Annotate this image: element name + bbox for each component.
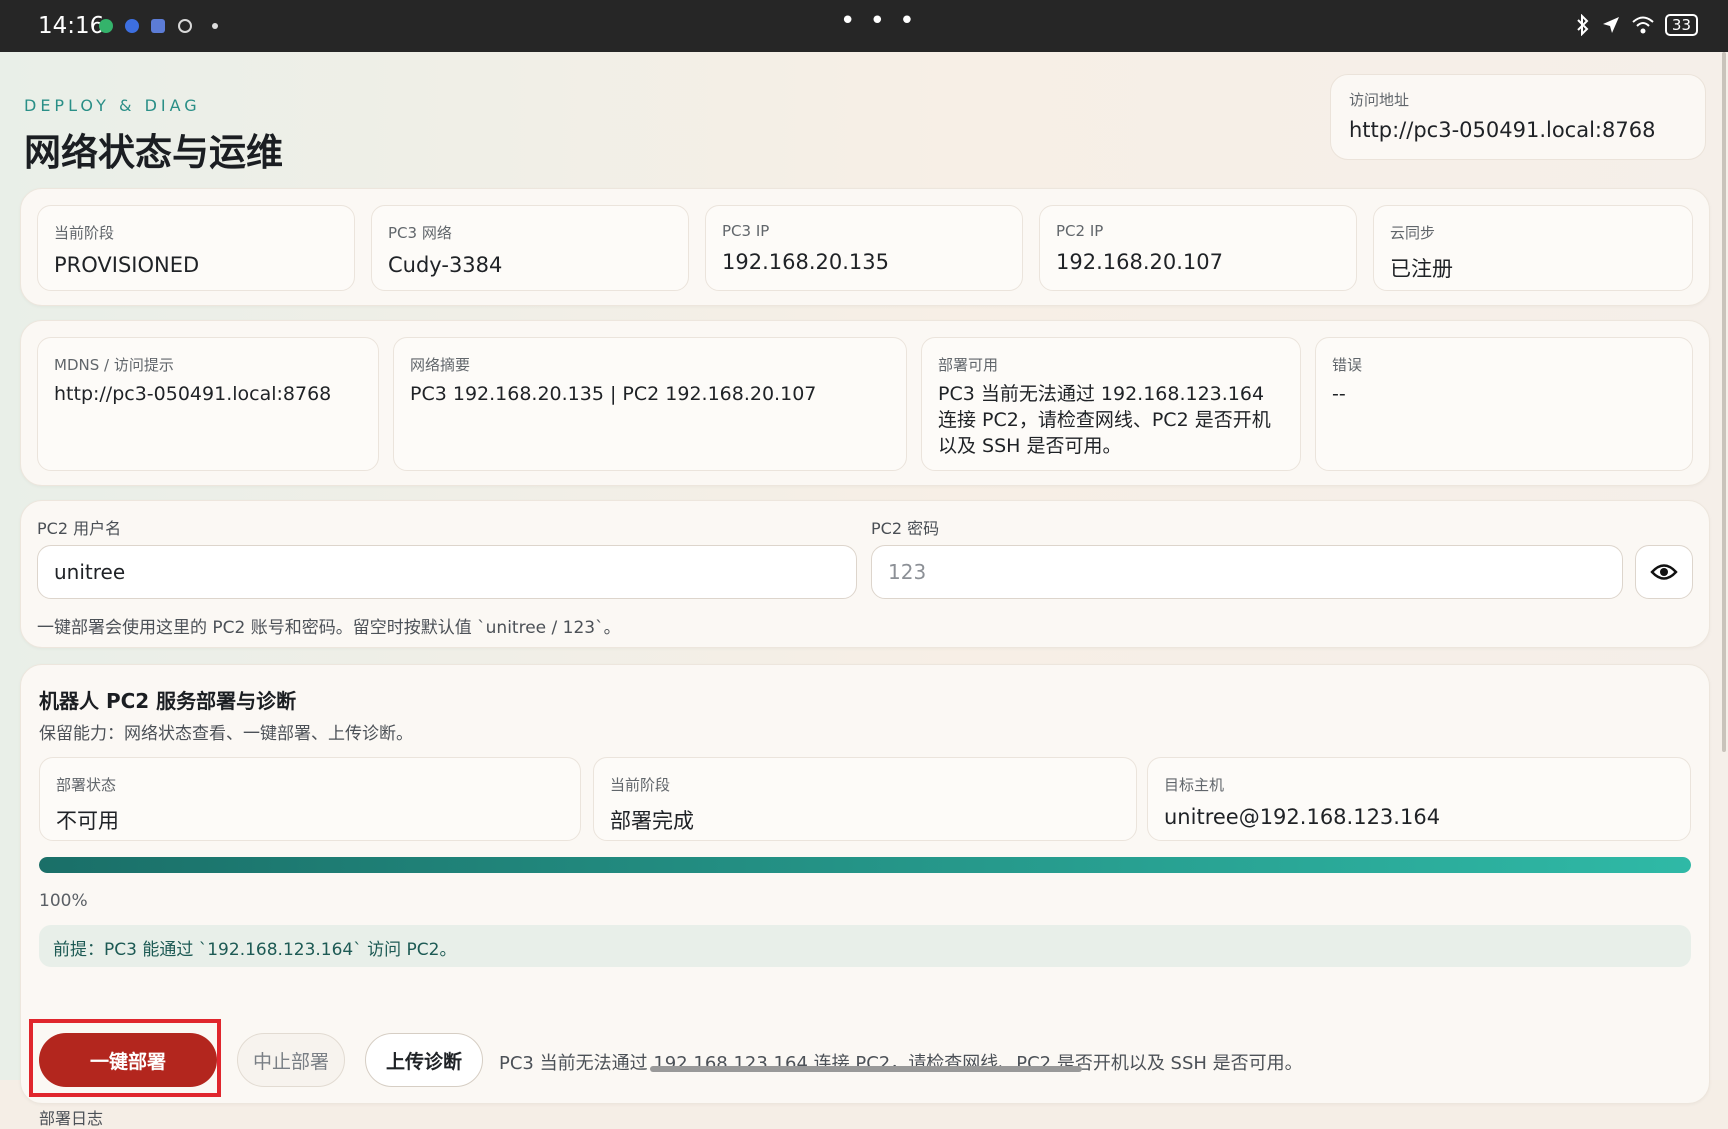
wifi-icon (1632, 16, 1654, 34)
deploy-tile-status: 部署状态 不可用 (39, 757, 581, 841)
network-details-panel: MDNS / 访问提示 http://pc3-050491.local:8768… (20, 320, 1710, 486)
scrollbar[interactable] (1722, 52, 1726, 752)
tile-label: 当前阶段 (610, 776, 671, 794)
tile-label: 网络摘要 (410, 356, 471, 374)
tile-label: 目标主机 (1164, 776, 1225, 794)
deploy-progress-fill (39, 857, 1691, 873)
tile-value: PC3 192.168.20.135 | PC2 192.168.20.107 (410, 383, 817, 405)
network-summary-panel: 当前阶段 PROVISIONED PC3 网络 Cudy-3384 PC3 IP… (20, 188, 1710, 306)
tile-value: 已注册 (1390, 257, 1453, 281)
deploy-log-label: 部署日志 (39, 1109, 104, 1128)
eye-icon (1650, 564, 1678, 580)
deploy-section-title: 机器人 PC2 服务部署与诊断 (39, 689, 297, 713)
credentials-hint: 一键部署会使用这里的 PC2 账号和密码。留空时按默认值 `unitree / … (37, 618, 621, 638)
tile-label: PC3 网络 (388, 224, 452, 242)
access-address-card: 访问地址 http://pc3-050491.local:8768 (1330, 74, 1706, 160)
access-address-label: 访问地址 (1349, 91, 1410, 109)
details-tile-deploy-availability: 部署可用 PC3 当前无法通过 192.168.123.164 连接 PC2，请… (921, 337, 1301, 471)
tile-value: Cudy-3384 (388, 253, 503, 277)
upload-diagnostics-button[interactable]: 上传诊断 (365, 1033, 483, 1087)
summary-tile-pc2-ip: PC2 IP 192.168.20.107 (1039, 205, 1357, 291)
password-input[interactable] (871, 545, 1623, 599)
multitask-menu-icon[interactable]: • • • (840, 6, 918, 36)
tile-value: PC3 当前无法通过 192.168.123.164 连接 PC2，请检查网线、… (938, 383, 1271, 457)
page-title: 网络状态与运维 (24, 131, 283, 174)
toggle-password-visibility-button[interactable] (1635, 545, 1693, 599)
summary-tile-pc3-network: PC3 网络 Cudy-3384 (371, 205, 689, 291)
tile-label: PC2 IP (1056, 222, 1104, 240)
status-time: 14:16 (38, 13, 105, 39)
password-label: PC2 密码 (871, 519, 940, 538)
tile-label: 部署可用 (938, 356, 999, 374)
tile-label: 当前阶段 (54, 224, 115, 242)
tile-label: 错误 (1332, 356, 1363, 374)
tile-value: http://pc3-050491.local:8768 (54, 383, 332, 405)
location-icon (1602, 17, 1619, 33)
page-eyebrow: DEPLOY & DIAG (24, 96, 201, 115)
credentials-panel: PC2 用户名 PC2 密码 一键部署会使用这里的 PC2 账号和密码。留空时按… (20, 500, 1710, 648)
deploy-section-subtitle: 保留能力：网络状态查看、一键部署、上传诊断。 (39, 724, 413, 744)
stop-deploy-button[interactable]: 中止部署 (237, 1033, 345, 1087)
summary-tile-stage: 当前阶段 PROVISIONED (37, 205, 355, 291)
deploy-tile-stage: 当前阶段 部署完成 (593, 757, 1137, 841)
details-tile-error: 错误 -- (1315, 337, 1693, 471)
deploy-tile-target-host: 目标主机 unitree@192.168.123.164 (1147, 757, 1691, 841)
bluetooth-icon (1577, 14, 1589, 36)
app-notification-icon (151, 19, 165, 33)
details-tile-network-summary: 网络摘要 PC3 192.168.20.135 | PC2 192.168.20… (393, 337, 907, 471)
deploy-prerequisite-note: 前提：PC3 能通过 `192.168.123.164` 访问 PC2。 (39, 925, 1691, 967)
status-bar: 14:16 • • • 33 (0, 0, 1728, 52)
username-label: PC2 用户名 (37, 519, 122, 538)
app-notification-icon (125, 19, 139, 33)
tile-value: 不可用 (56, 809, 119, 833)
deploy-progress-percent: 100% (39, 891, 88, 911)
status-icons: 33 (1575, 14, 1698, 36)
tile-label: 部署状态 (56, 776, 117, 794)
home-indicator[interactable] (650, 1066, 1082, 1072)
sync-icon (178, 19, 192, 33)
tile-value: 192.168.20.135 (722, 250, 889, 274)
tile-value: PROVISIONED (54, 253, 200, 277)
tile-value: unitree@192.168.123.164 (1164, 805, 1441, 829)
access-address-value: http://pc3-050491.local:8768 (1349, 118, 1656, 142)
tile-value: 部署完成 (610, 809, 694, 833)
summary-tile-cloud-sync: 云同步 已注册 (1373, 205, 1693, 291)
username-input[interactable] (37, 545, 857, 599)
tile-value: -- (1332, 383, 1346, 405)
page: DEPLOY & DIAG 网络状态与运维 访问地址 http://pc3-05… (0, 52, 1728, 1128)
tile-label: 云同步 (1390, 224, 1436, 242)
more-notifications-icon (212, 23, 218, 29)
tile-value: 192.168.20.107 (1056, 250, 1223, 274)
details-tile-mdns: MDNS / 访问提示 http://pc3-050491.local:8768 (37, 337, 379, 471)
summary-tile-pc3-ip: PC3 IP 192.168.20.135 (705, 205, 1023, 291)
battery-icon: 33 (1664, 14, 1698, 36)
one-click-deploy-button[interactable]: 一键部署 (39, 1033, 217, 1087)
tile-label: MDNS / 访问提示 (54, 356, 174, 374)
app-notification-icon (99, 19, 113, 33)
tile-label: PC3 IP (722, 222, 770, 240)
deploy-progress-bar (39, 857, 1691, 873)
deploy-panel: 机器人 PC2 服务部署与诊断 保留能力：网络状态查看、一键部署、上传诊断。 部… (20, 664, 1710, 1128)
